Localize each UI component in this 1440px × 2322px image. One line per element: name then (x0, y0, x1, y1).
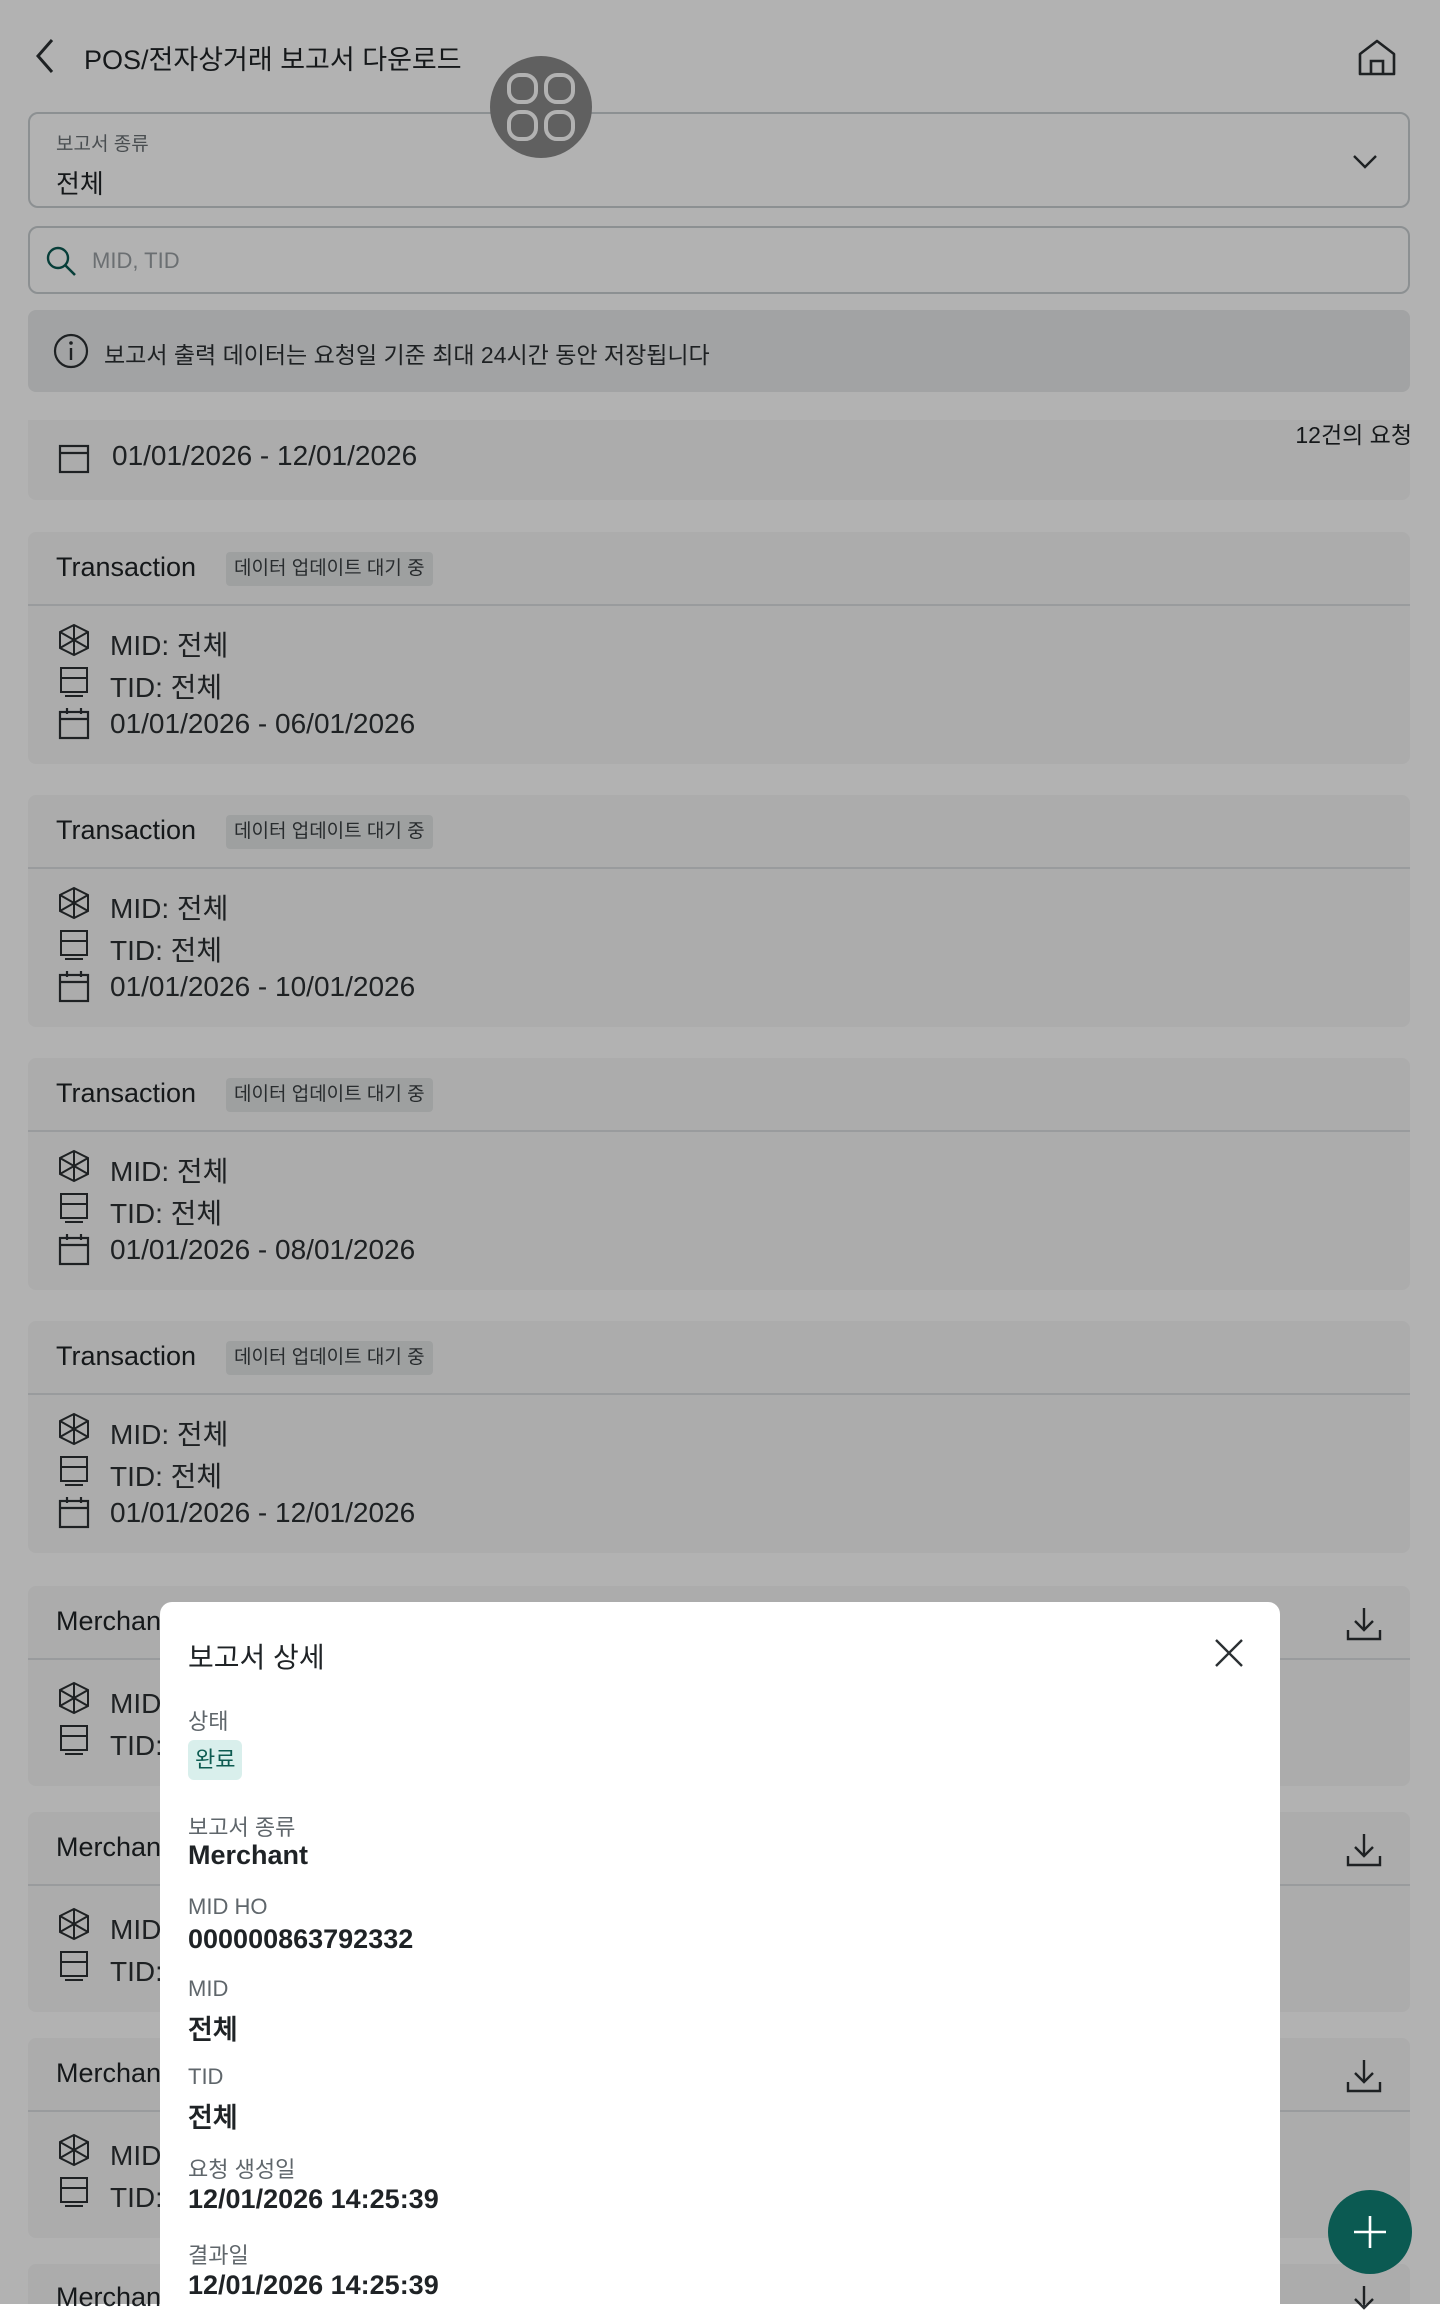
report-download-page: POS/전자상거래 보고서 다운로드 보고서 종류 전체 보고서 출력 데이터 (0, 0, 1440, 2322)
add-request-button[interactable] (1328, 2190, 1412, 2274)
created-date-label: 요청 생성일 (188, 2157, 296, 2182)
mid-label: MID (188, 1976, 229, 2001)
tid-label: TID (188, 2064, 224, 2089)
close-icon[interactable] (1212, 1636, 1246, 1670)
plus-icon (1354, 2216, 1386, 2248)
result-date-value: 12/01/2026 14:25:39 (188, 2270, 439, 2300)
status-label: 상태 (188, 1709, 229, 1734)
tid-value: 전체 (188, 2103, 238, 2133)
status-badge: 완료 (188, 1740, 243, 1780)
mid-ho-value: 000000863792332 (188, 1924, 414, 1954)
report-type-value: Merchant (188, 1840, 309, 1870)
mid-ho-label: MID HO (188, 1894, 268, 1919)
result-date-label: 결과일 (188, 2243, 249, 2268)
mid-value: 전체 (188, 2015, 238, 2045)
created-date-value: 12/01/2026 14:25:39 (188, 2184, 439, 2214)
report-detail-dialog: 보고서 상세 상태 완료 보고서 종류 Merchant MID HO 0000… (160, 1602, 1280, 2322)
dialog-title: 보고서 상세 (188, 1642, 325, 1673)
report-type-label: 보고서 종류 (188, 1815, 296, 1840)
